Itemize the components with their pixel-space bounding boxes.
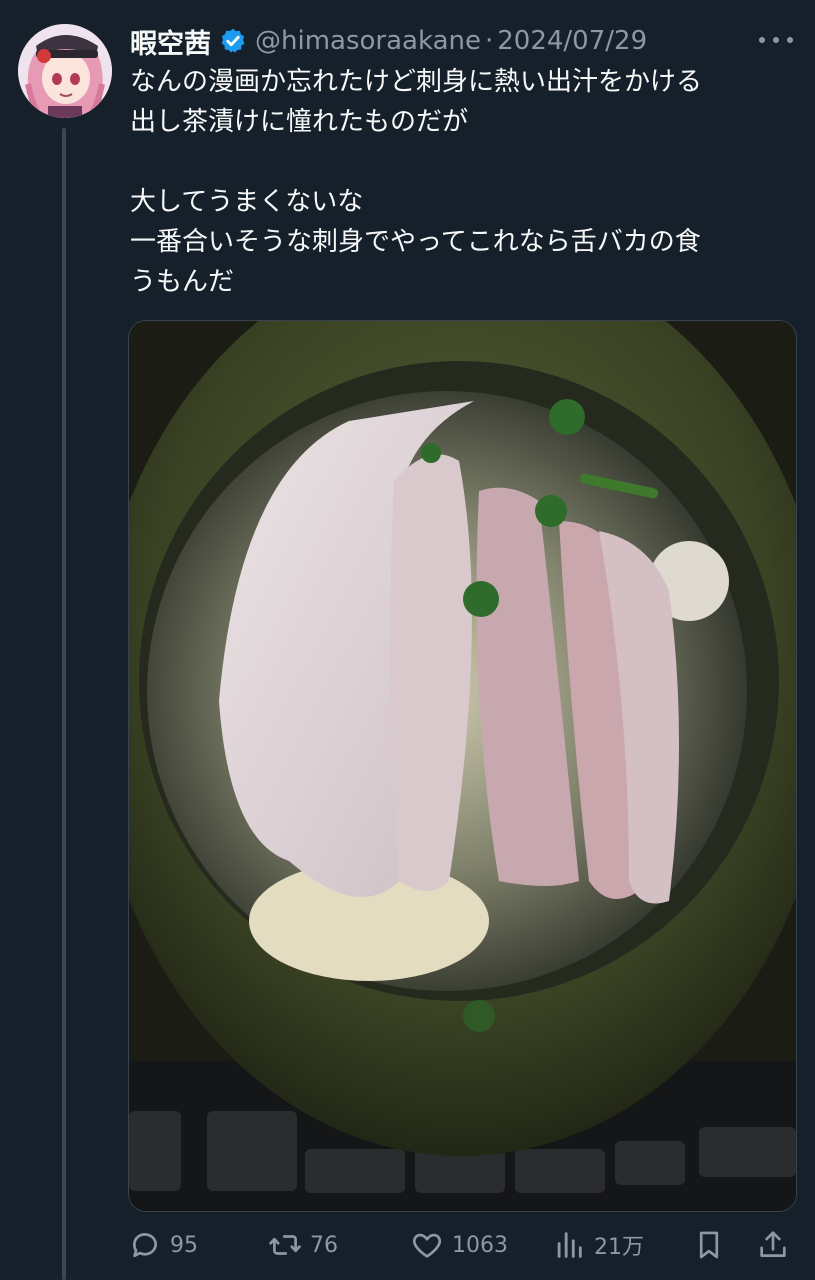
separator-dot: ·	[484, 26, 494, 56]
handle[interactable]: @himasoraakane	[255, 26, 481, 56]
reply-icon	[133, 1233, 157, 1258]
reply-count: 95	[170, 1232, 198, 1258]
tweet-line: 出し茶漬けに憧れたものだが	[130, 107, 469, 137]
tweet-date[interactable]: 2024/07/29	[497, 26, 647, 56]
tweet-header: 暇空茜 @himasoraakane · 2024/07/29	[130, 20, 647, 62]
tweet[interactable]: 暇空茜 @himasoraakane · 2024/07/29 なんの漫画か忘れ…	[0, 0, 815, 1280]
like-count: 1063	[452, 1232, 508, 1258]
heart-icon	[412, 1233, 442, 1258]
bookmark-button[interactable]	[692, 1228, 726, 1262]
tweet-line-gap	[130, 142, 790, 182]
tweet-line: 大してうまくないな	[130, 187, 364, 217]
retweet-count: 76	[310, 1232, 338, 1258]
views-button[interactable]: 21万	[552, 1228, 644, 1262]
verified-badge-icon	[219, 27, 247, 55]
views-icon	[557, 1232, 582, 1258]
tweet-photo[interactable]	[128, 320, 797, 1212]
more-dots-icon[interactable]	[759, 28, 793, 52]
tweet-line: なんの漫画か忘れたけど刺身に熱い出汁をかける	[130, 67, 703, 97]
tweet-line: 一番合いそうな刺身でやってこれなら舌バカの食	[130, 227, 701, 257]
tweet-line: うもんだ	[130, 267, 235, 297]
views-count: 21万	[594, 1235, 644, 1260]
thread-line	[62, 128, 66, 1280]
avatar[interactable]	[18, 24, 112, 118]
share-icon	[760, 1231, 786, 1257]
reply-button[interactable]: 95	[128, 1228, 198, 1262]
retweet-icon	[269, 1235, 301, 1255]
bookmark-icon	[699, 1231, 719, 1259]
action-bar: 95 76 1063 21万	[128, 1222, 796, 1268]
display-name[interactable]: 暇空茜	[130, 22, 211, 61]
tweet-text: なんの漫画か忘れたけど刺身に熱い出汁をかける 出し茶漬けに憧れたものだが 大して…	[130, 62, 790, 302]
like-button[interactable]: 1063	[410, 1228, 508, 1262]
retweet-button[interactable]: 76	[268, 1228, 338, 1262]
share-button[interactable]	[756, 1228, 790, 1262]
